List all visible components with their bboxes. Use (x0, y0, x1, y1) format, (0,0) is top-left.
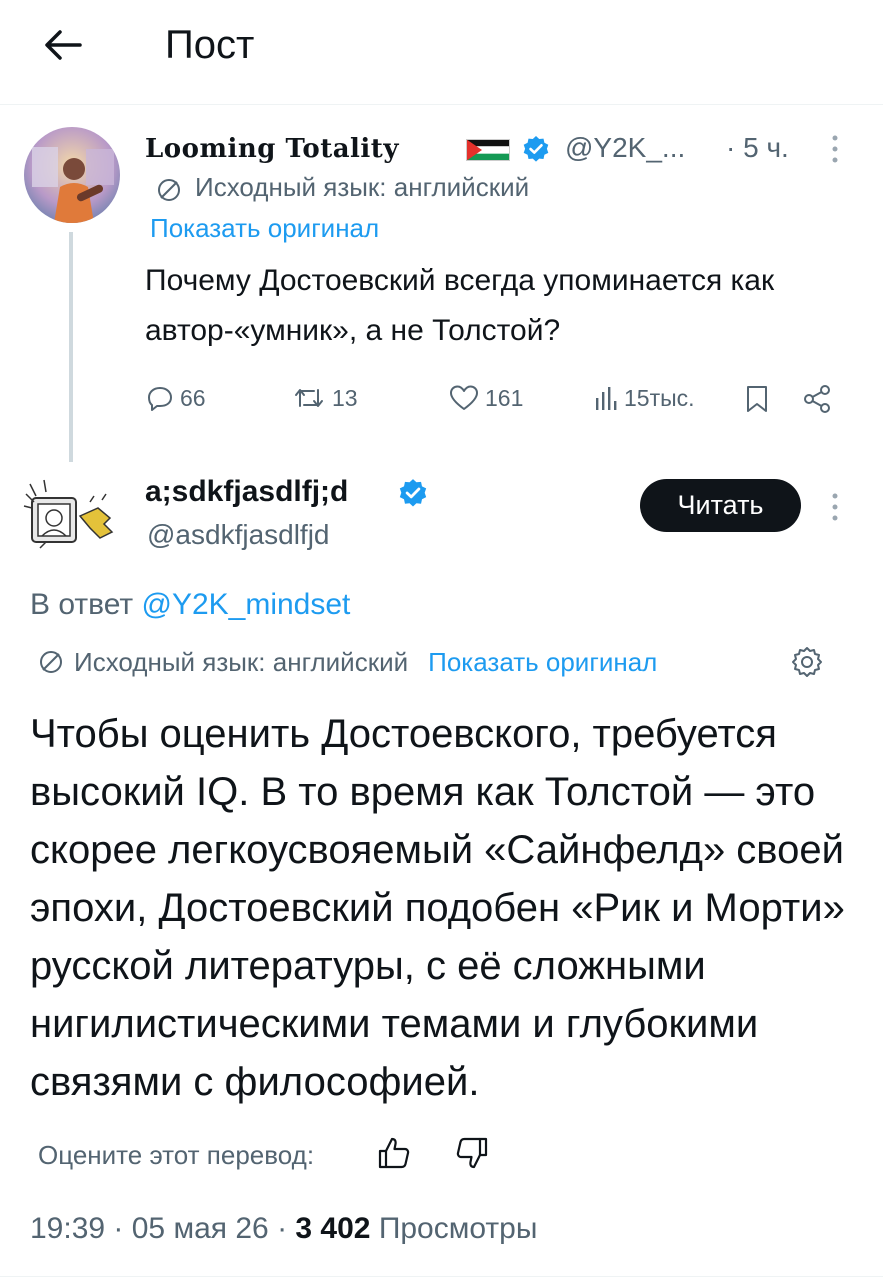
show-original-link[interactable]: Показать оригинал (428, 644, 657, 680)
share-icon (804, 385, 830, 413)
tweet-text: Почему Достоевский всегда упоминается ка… (145, 264, 775, 347)
views-count: 3 402 (295, 1212, 371, 1245)
retweet-count: 13 (332, 384, 358, 411)
page-title: Пост (165, 23, 255, 67)
back-button[interactable] (40, 22, 86, 68)
reply-context: В ответ @Y2K_mindset (30, 585, 350, 625)
translation-row: Исходный язык: английский Показать ориги… (38, 644, 657, 680)
bookmark-button[interactable] (744, 384, 770, 414)
heart-icon (450, 385, 478, 410)
display-name[interactable]: Looming Totality (145, 132, 399, 166)
reply-to-handle-link[interactable]: @Y2K_mindset (141, 588, 350, 621)
thumbs-down-button[interactable] (454, 1135, 490, 1171)
reply-prefix: В ответ (30, 588, 134, 621)
rate-translation-label: Оцените этот перевод: (38, 1140, 315, 1170)
arrow-left-icon (45, 30, 82, 60)
display-name[interactable]: a;sdkfjasdlfj;d (145, 472, 348, 512)
avatar-image (24, 127, 120, 223)
divider (0, 1276, 883, 1277)
translation-settings-button[interactable] (790, 645, 824, 679)
verified-badge-icon (398, 478, 428, 508)
tweet-time[interactable]: 19:39 (30, 1212, 105, 1245)
follow-button[interactable]: Читать (640, 479, 801, 532)
views-label: Просмотры (378, 1212, 538, 1245)
user-handle[interactable]: @Y2K_... (565, 130, 685, 166)
reply-button[interactable]: 66 (146, 384, 206, 412)
like-button[interactable]: 161 (449, 384, 523, 412)
tweet-date[interactable]: 05 мая 26 (132, 1212, 269, 1245)
translate-icon (156, 177, 182, 203)
reply-icon (148, 387, 172, 411)
timestamp[interactable]: · 5 ч. (726, 130, 789, 166)
view-count: 15тыс. (624, 384, 695, 411)
more-vertical-icon (832, 493, 838, 521)
avatar[interactable] (24, 127, 120, 223)
translation-label: Исходный язык: английский (195, 172, 530, 202)
reply-count: 66 (180, 384, 206, 411)
like-count: 161 (485, 384, 524, 411)
retweet-icon (295, 389, 323, 407)
more-vertical-icon (832, 135, 838, 163)
header-divider (0, 104, 883, 105)
bookmark-icon (747, 386, 767, 412)
avatar[interactable] (20, 472, 130, 564)
verified-badge-icon (522, 135, 550, 163)
thumbs-up-button[interactable] (376, 1135, 412, 1171)
translation-label: Исходный язык: английский (74, 647, 409, 677)
palestine-flag-icon (466, 139, 510, 161)
user-handle[interactable]: @asdkfjasdlfjd (147, 515, 330, 555)
retweet-button[interactable]: 13 (292, 384, 358, 412)
tweet-meta: 19:39 · 05 мая 26 · 3 402 Просмотры (30, 1208, 537, 1250)
avatar-image (23, 479, 114, 549)
more-options-button[interactable] (824, 132, 846, 166)
separator-dot: · (113, 1212, 132, 1245)
translate-icon (40, 651, 62, 673)
thumbs-down-icon (456, 1137, 488, 1169)
analytics-icon (596, 387, 617, 410)
tweet-text: Чтобы оценить Достоевского, требуется вы… (30, 712, 845, 1104)
more-options-button[interactable] (824, 490, 846, 524)
thumbs-up-icon (378, 1137, 410, 1169)
share-button[interactable] (802, 384, 832, 414)
separator-dot: · (277, 1212, 296, 1245)
gear-icon (792, 647, 822, 677)
views-button[interactable]: 15тыс. (594, 384, 695, 412)
show-original-link[interactable]: Показать оригинал (150, 211, 379, 245)
thread-line (69, 232, 73, 462)
